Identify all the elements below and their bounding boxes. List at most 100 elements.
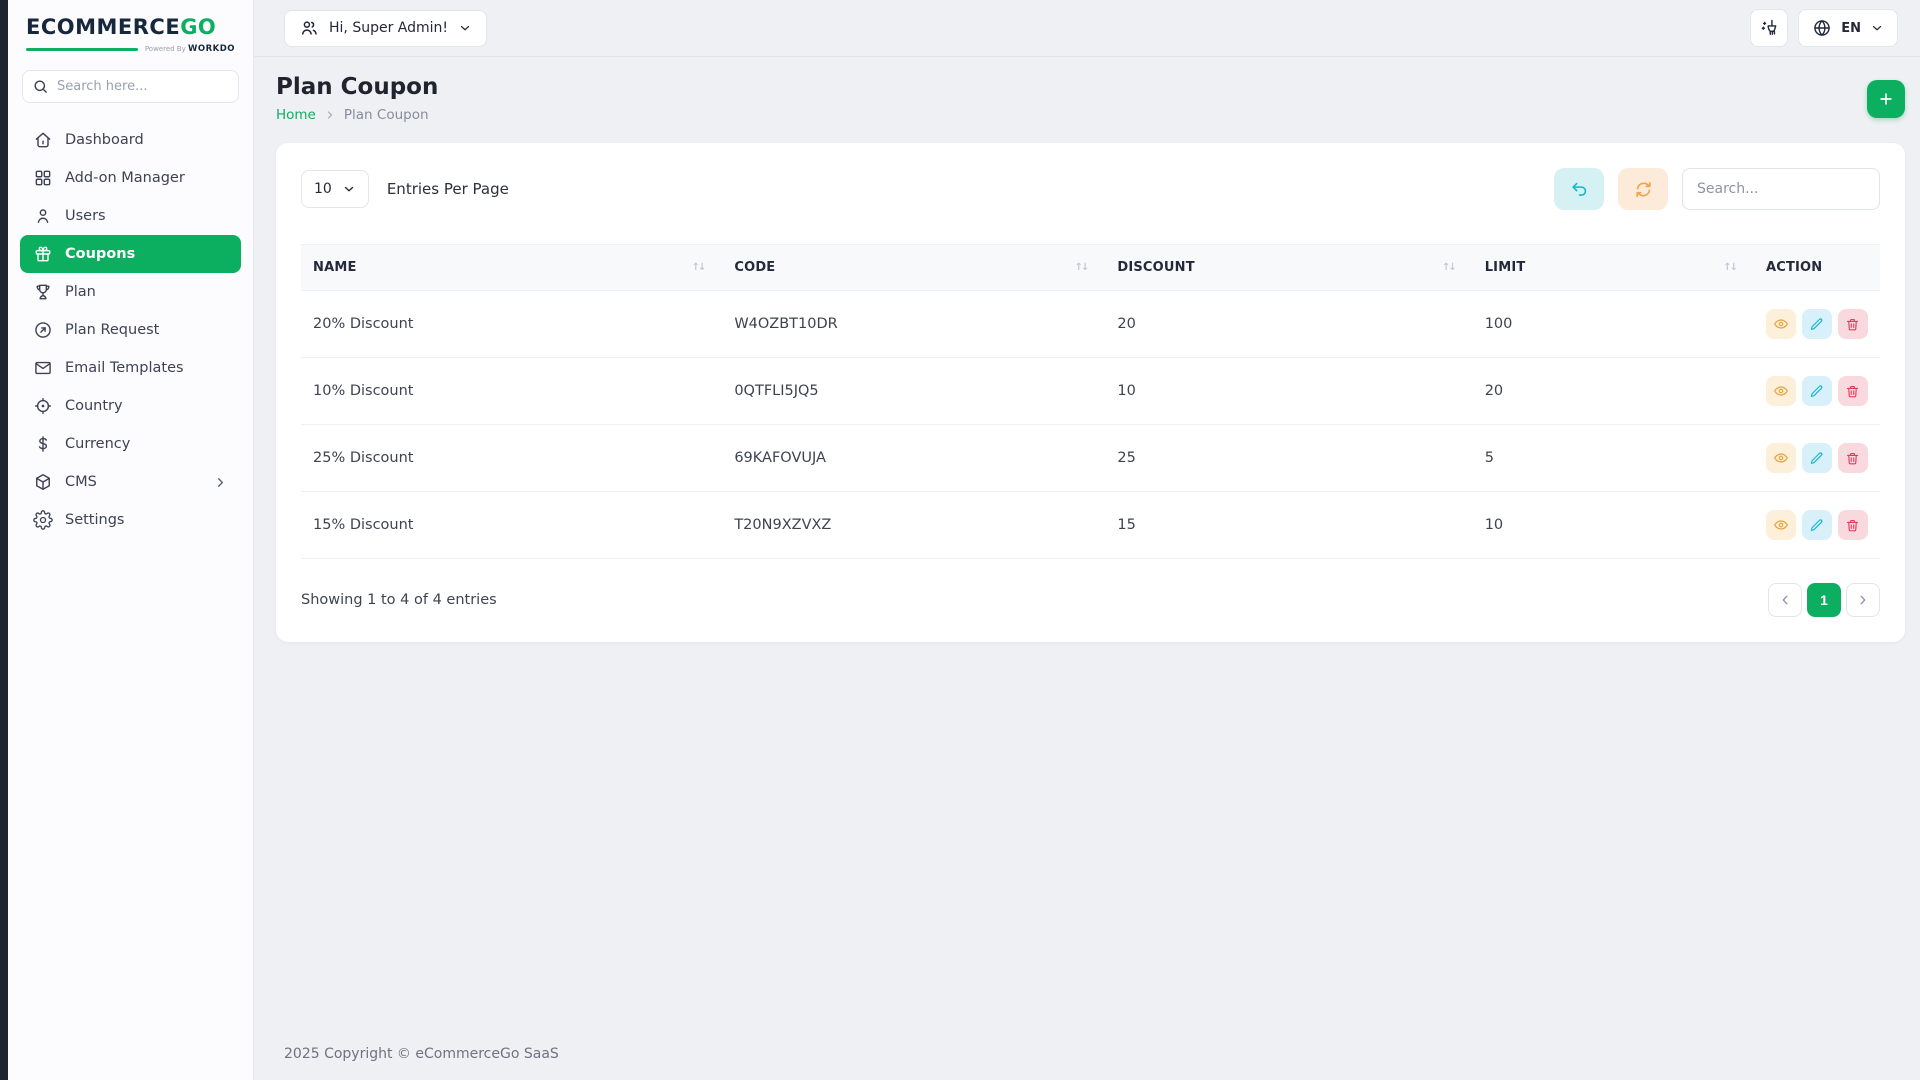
pagination-next-button[interactable] xyxy=(1846,583,1880,617)
pagination-page-1[interactable]: 1 xyxy=(1807,583,1841,617)
breadcrumb-separator-icon xyxy=(324,109,336,121)
sidebar-item-label: Currency xyxy=(65,436,130,452)
search-icon xyxy=(32,78,49,95)
crosshair-icon xyxy=(33,396,53,416)
table-row: 20% Discount W4OZBT10DR 20 100 xyxy=(301,291,1880,358)
chevron-down-icon xyxy=(342,182,356,196)
powered-by-text: Powered By WORKDO xyxy=(145,44,235,54)
mail-icon xyxy=(33,358,53,378)
sidebar-item-plan-request[interactable]: Plan Request xyxy=(20,311,241,349)
sidebar-item-plan[interactable]: Plan xyxy=(20,273,241,311)
entries-per-page-select[interactable]: 10 xyxy=(301,170,369,208)
column-header-limit[interactable]: LIMIT↑↓ xyxy=(1473,245,1754,291)
entries-per-page-label: Entries Per Page xyxy=(387,180,509,198)
coupon-code: T20N9XZVXZ xyxy=(722,492,1105,559)
coupon-discount: 15 xyxy=(1105,492,1472,559)
powered-by-brand: WORKDO xyxy=(188,44,235,54)
column-header-action: ACTION xyxy=(1754,245,1880,291)
sidebar-item-country[interactable]: Country xyxy=(20,387,241,425)
edit-button[interactable] xyxy=(1802,510,1832,540)
arrow-up-right-circle-icon xyxy=(33,320,53,340)
sidebar-item-currency[interactable]: Currency xyxy=(20,425,241,463)
trash-icon xyxy=(1845,384,1860,399)
view-button[interactable] xyxy=(1766,376,1796,406)
sidebar-item-label: Email Templates xyxy=(65,360,184,376)
view-button[interactable] xyxy=(1766,510,1796,540)
coupon-code: 0QTFLI5JQ5 xyxy=(722,358,1105,425)
edit-button[interactable] xyxy=(1802,376,1832,406)
chevron-down-icon xyxy=(458,21,472,35)
coupon-name: 10% Discount xyxy=(301,358,722,425)
clear-cache-button[interactable] xyxy=(1750,9,1788,47)
brand-logo-text: ECOMMERCEGO xyxy=(26,16,235,39)
delete-button[interactable] xyxy=(1838,510,1868,540)
chevron-left-icon xyxy=(1778,593,1792,607)
column-header-name[interactable]: NAME↑↓ xyxy=(301,245,722,291)
coupon-discount: 10 xyxy=(1105,358,1472,425)
pagination-prev-button[interactable] xyxy=(1768,583,1802,617)
breadcrumb-current: Plan Coupon xyxy=(344,107,429,123)
edit-button[interactable] xyxy=(1802,443,1832,473)
edit-button[interactable] xyxy=(1802,309,1832,339)
view-button[interactable] xyxy=(1766,443,1796,473)
trash-icon xyxy=(1845,451,1860,466)
eye-icon xyxy=(1773,517,1789,533)
sort-icon[interactable]: ↑↓ xyxy=(1075,262,1094,273)
view-button[interactable] xyxy=(1766,309,1796,339)
eye-icon xyxy=(1773,450,1789,466)
sort-icon[interactable]: ↑↓ xyxy=(1723,262,1742,273)
delete-button[interactable] xyxy=(1838,376,1868,406)
undo-button[interactable] xyxy=(1554,168,1604,210)
refresh-button[interactable] xyxy=(1618,168,1668,210)
delete-button[interactable] xyxy=(1838,309,1868,339)
package-icon xyxy=(33,472,53,492)
page-title: Plan Coupon xyxy=(276,74,438,100)
app-root: ECOMMERCEGO Powered By WORKDO Dashboard … xyxy=(0,0,1920,1080)
sidebar-item-dashboard[interactable]: Dashboard xyxy=(20,121,241,159)
sort-icon[interactable]: ↑↓ xyxy=(1442,262,1461,273)
coupon-limit: 10 xyxy=(1473,492,1754,559)
table-search-input[interactable] xyxy=(1682,168,1880,210)
user-menu-button[interactable]: Hi, Super Admin! xyxy=(284,10,487,47)
coupon-name: 20% Discount xyxy=(301,291,722,358)
sidebar-item-addon-manager[interactable]: Add-on Manager xyxy=(20,159,241,197)
sidebar-item-users[interactable]: Users xyxy=(20,197,241,235)
sidebar-item-email-templates[interactable]: Email Templates xyxy=(20,349,241,387)
coupon-discount: 20 xyxy=(1105,291,1472,358)
table-row: 15% Discount T20N9XZVXZ 15 10 xyxy=(301,492,1880,559)
sort-icon[interactable]: ↑↓ xyxy=(692,262,711,273)
coupon-name: 25% Discount xyxy=(301,425,722,492)
undo-icon xyxy=(1570,180,1589,199)
footer-copyright: 2025 Copyright © eCommerceGo SaaS xyxy=(254,1030,1920,1080)
column-header-discount[interactable]: DISCOUNT↑↓ xyxy=(1105,245,1472,291)
trash-icon xyxy=(1845,317,1860,332)
chevron-right-icon xyxy=(1856,593,1870,607)
sidebar-item-coupons[interactable]: Coupons xyxy=(20,235,241,273)
chevron-down-icon xyxy=(1870,21,1884,35)
pencil-icon xyxy=(1809,451,1824,466)
delete-button[interactable] xyxy=(1838,443,1868,473)
pencil-icon xyxy=(1809,317,1824,332)
refresh-icon xyxy=(1634,180,1653,199)
sidebar-item-label: Add-on Manager xyxy=(65,170,185,186)
brand-logo[interactable]: ECOMMERCEGO Powered By WORKDO xyxy=(26,16,235,54)
users-group-icon xyxy=(299,18,319,38)
pagination: 1 xyxy=(1768,583,1880,617)
add-coupon-button[interactable] xyxy=(1867,80,1905,118)
sidebar-search-input[interactable] xyxy=(22,70,239,103)
sidebar-item-label: Users xyxy=(65,208,106,224)
dollar-icon xyxy=(33,434,53,454)
page-content: Plan Coupon Home Plan Coupon xyxy=(254,57,1920,1030)
column-header-code[interactable]: CODE↑↓ xyxy=(722,245,1105,291)
coupon-code: 69KAFOVUJA xyxy=(722,425,1105,492)
sidebar-item-settings[interactable]: Settings xyxy=(20,501,241,539)
sidebar-item-label: Dashboard xyxy=(65,132,144,148)
language-selector[interactable]: EN xyxy=(1798,9,1898,47)
entries-per-page-value: 10 xyxy=(314,181,332,197)
sidebar-item-label: Plan xyxy=(65,284,96,300)
breadcrumb-home-link[interactable]: Home xyxy=(276,107,316,123)
chevron-right-icon xyxy=(213,475,228,490)
sidebar-item-label: CMS xyxy=(65,474,97,490)
table-row: 25% Discount 69KAFOVUJA 25 5 xyxy=(301,425,1880,492)
sidebar-item-cms[interactable]: CMS xyxy=(20,463,241,501)
